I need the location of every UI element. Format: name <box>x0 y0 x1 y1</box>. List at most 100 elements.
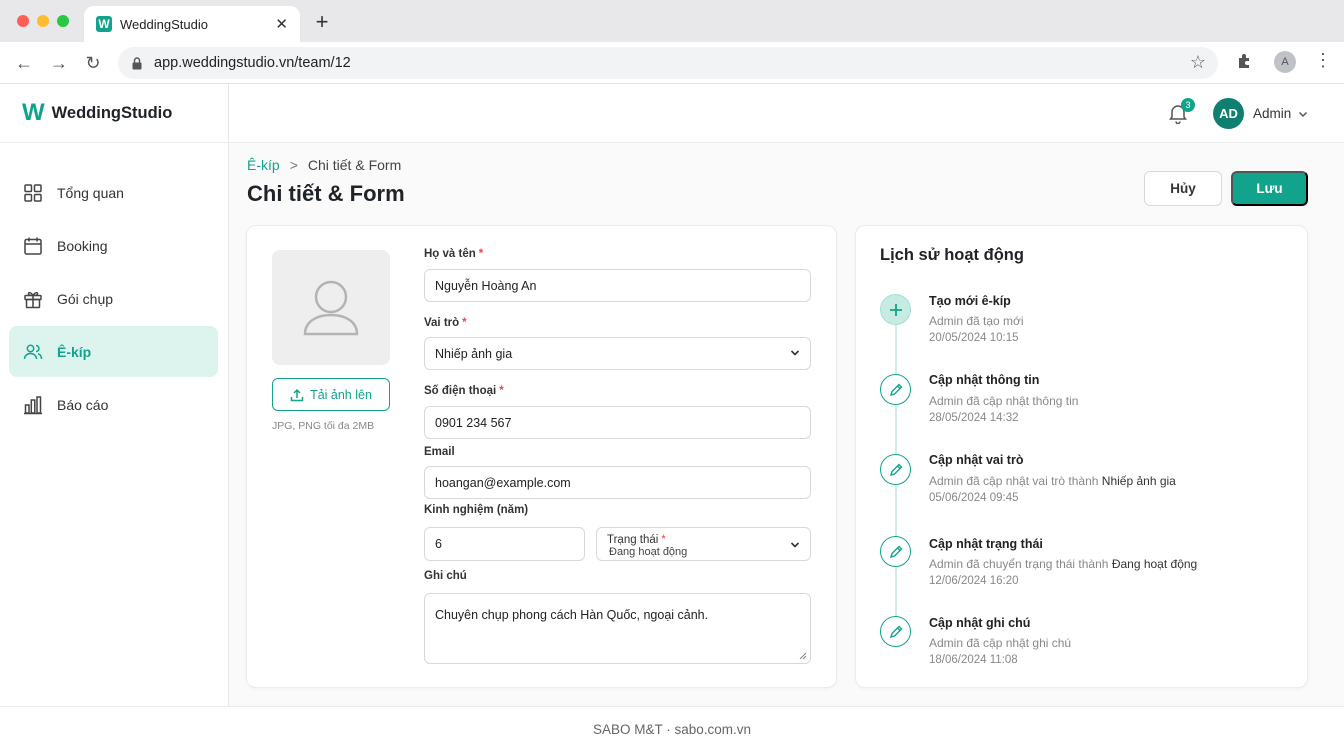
browser-profile-avatar[interactable]: A <box>1274 51 1296 73</box>
upload-photo-button[interactable]: Tải ảnh lên <box>272 378 390 411</box>
chevron-down-icon <box>790 350 800 356</box>
sidebar-menu: Tổng quan Booking Gói chụp Ê-kíp Báo cáo <box>0 143 228 430</box>
history-title: Lịch sử hoạt động <box>880 246 1024 264</box>
close-window-icon[interactable] <box>17 15 29 27</box>
experience-label: Kinh nghiệm (năm) <box>424 504 529 516</box>
save-button[interactable]: Lưu <box>1231 171 1308 206</box>
history-event-desc-text: Admin đã chuyển trạng thái thành <box>929 557 1109 571</box>
browser-tabstrip: W WeddingStudio ✕ + <box>0 0 1344 42</box>
history-event-highlight: Đang hoạt động <box>1111 557 1198 571</box>
cancel-button[interactable]: Hủy <box>1144 171 1222 206</box>
reload-icon[interactable]: ↻ <box>82 52 104 74</box>
browser-menu-icon[interactable]: ⋮ <box>1314 50 1332 71</box>
breadcrumb-separator: > <box>289 157 298 173</box>
history-event-time: 12/06/2024 16:20 <box>929 575 1019 587</box>
experience-field[interactable]: 6 <box>424 527 585 561</box>
sidebar-item-label: Gói chụp <box>57 290 114 307</box>
status-label: Trạng thái * <box>607 534 666 546</box>
sidebar-item-packages[interactable]: Gói chụp <box>9 273 218 324</box>
resize-grip-icon[interactable] <box>799 652 807 660</box>
maximize-window-icon[interactable] <box>57 15 69 27</box>
sidebar-item-label: Ê-kíp <box>57 343 92 360</box>
sidebar: W WeddingStudio Tổng quan Booking Gói ch… <box>0 84 229 706</box>
sidebar-item-reports[interactable]: Báo cáo <box>9 379 218 430</box>
breadcrumb-current: Chi tiết & Form <box>307 157 402 173</box>
forward-icon[interactable]: → <box>48 52 70 74</box>
sidebar-item-label: Booking <box>57 237 108 254</box>
history-event-time: 05/06/2024 09:45 <box>929 492 1019 504</box>
history-event-highlight: Nhiếp ảnh gia <box>1101 474 1176 488</box>
lock-icon <box>132 57 142 70</box>
sidebar-item-team[interactable]: Ê-kíp <box>9 326 218 377</box>
role-label: Vai trò * <box>424 317 467 329</box>
history-card <box>855 225 1308 688</box>
history-event-desc-text: Admin đã cập nhật thông tin <box>929 394 1079 408</box>
bar-chart-icon <box>24 395 42 414</box>
sidebar-item-booking[interactable]: Booking <box>9 220 218 271</box>
back-icon[interactable]: ← <box>13 52 35 74</box>
extensions-icon[interactable] <box>1236 52 1254 75</box>
required-mark: * <box>462 317 467 329</box>
tab-title: WeddingStudio <box>120 16 208 32</box>
user-placeholder-icon <box>303 280 359 336</box>
minimize-window-icon[interactable] <box>37 15 49 27</box>
history-event-desc: Admin đã tạo mới <box>929 314 1024 328</box>
brand[interactable]: W WeddingStudio <box>0 84 228 143</box>
footer: SABO M&T · sabo.com.vn <box>0 706 1344 752</box>
tab-close-icon[interactable]: ✕ <box>275 15 288 33</box>
sidebar-item-label: Báo cáo <box>57 396 109 413</box>
history-event-time: 20/05/2024 10:15 <box>929 332 1019 344</box>
role-label-text: Vai trò <box>424 317 460 329</box>
history-event-desc: Admin đã cập nhật vai trò thành Nhiếp ản… <box>929 474 1176 488</box>
upload-hint: JPG, PNG tối đa 2MB <box>272 420 375 432</box>
upload-icon <box>290 388 304 401</box>
avatar-placeholder <box>272 250 390 365</box>
name-field[interactable]: Nguyễn Hoàng An <box>424 269 811 302</box>
email-field[interactable]: hoangan@example.com <box>424 466 811 499</box>
pencil-icon <box>880 616 911 647</box>
users-icon <box>23 344 43 359</box>
status-select[interactable]: Trạng thái * Đang hoạt động <box>596 527 811 561</box>
sidebar-item-overview[interactable]: Tổng quan <box>9 167 218 218</box>
history-event-time: 18/06/2024 11:08 <box>929 654 1018 666</box>
gift-icon <box>24 291 42 308</box>
address-bar-row: ← → ↻ app.weddingstudio.vn/team/12 ☆ <box>0 42 1344 84</box>
phone-label-text: Số điện thoại <box>424 385 497 397</box>
url-text: app.weddingstudio.vn/team/12 <box>154 55 351 71</box>
required-mark: * <box>499 385 504 397</box>
notes-value: Chuyên chụp phong cách Hàn Quốc, ngoại c… <box>435 608 709 622</box>
history-event-time: 28/05/2024 14:32 <box>929 412 1019 424</box>
avatar[interactable]: AD <box>1213 98 1244 129</box>
required-mark: * <box>661 534 666 546</box>
notes-textarea[interactable]: Chuyên chụp phong cách Hàn Quốc, ngoại c… <box>424 593 811 664</box>
status-label-text: Trạng thái <box>607 534 659 546</box>
browser-tab[interactable]: W WeddingStudio ✕ <box>84 6 300 42</box>
omnibox[interactable]: app.weddingstudio.vn/team/12 ☆ <box>118 47 1218 79</box>
breadcrumb: Ê-kíp > Chi tiết & Form <box>247 157 401 173</box>
history-event-desc-text: Admin đã cập nhật vai trò thành <box>929 474 1099 488</box>
status-select-value: Đang hoạt động <box>609 546 688 558</box>
chevron-down-icon[interactable] <box>1297 108 1309 120</box>
history-event-title: Cập nhật thông tin <box>929 373 1040 387</box>
user-name[interactable]: Admin <box>1253 106 1291 121</box>
role-select-value: Nhiếp ảnh gia <box>435 346 513 361</box>
bookmark-star-icon[interactable]: ☆ <box>1190 52 1206 73</box>
brand-logo-icon: W <box>22 99 45 126</box>
calendar-icon <box>24 237 42 255</box>
name-label-text: Họ và tên <box>424 248 476 260</box>
notification-badge: 3 <box>1181 98 1195 112</box>
pencil-icon <box>880 454 911 485</box>
grid-icon <box>24 183 42 202</box>
history-event-desc-text: Admin đã cập nhật ghi chú <box>929 636 1072 650</box>
phone-field[interactable]: 0901 234 567 <box>424 406 811 439</box>
history-event-title: Cập nhật trạng thái <box>929 537 1043 551</box>
new-tab-icon[interactable]: + <box>312 10 332 34</box>
history-event-desc: Admin đã cập nhật thông tin <box>929 394 1078 408</box>
sidebar-item-label: Tổng quan <box>57 184 124 201</box>
history-event-title: Tạo mới ê-kíp <box>929 294 1011 308</box>
notes-label: Ghi chú <box>424 570 467 582</box>
breadcrumb-link-team[interactable]: Ê-kíp <box>247 157 280 173</box>
plus-icon <box>880 294 911 325</box>
pencil-icon <box>880 536 911 567</box>
role-select[interactable]: Nhiếp ảnh gia <box>424 337 811 370</box>
